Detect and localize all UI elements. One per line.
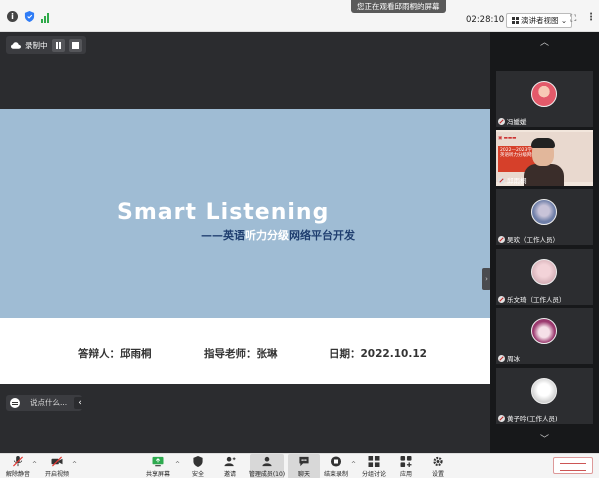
meeting-toolbar: 解除静音 ^ 开启视频 ^ 共享屏幕 ^ 安全 邀请 管理成员(10) 聊天 结… — [0, 453, 599, 478]
invite-button[interactable]: 邀请 — [214, 454, 246, 478]
unmute-button[interactable]: 解除静音 — [2, 454, 34, 478]
meeting-window: i 您正在观看邱雨桐的屏幕 02:28:10 演讲者视图 ⌄ ⛶ ⋮ 录制中 S… — [0, 0, 599, 478]
slide-defender: 答辩人：邱雨桐 — [78, 348, 152, 360]
participant-tile[interactable]: 周冰 — [496, 308, 593, 364]
apps-icon — [400, 456, 412, 467]
stop-recording-button[interactable] — [68, 38, 82, 52]
mic-muted-icon — [12, 456, 24, 467]
slide-date: 日期：2022.10.12 — [329, 348, 427, 360]
chat-placeholder: 说点什么... — [30, 398, 68, 407]
settings-label: 设置 — [431, 471, 444, 478]
participant-name: 乐文琦（工作人员） — [507, 296, 566, 304]
unmute-label: 解除静音 — [5, 471, 30, 478]
members-icon — [262, 456, 272, 467]
more-icon[interactable]: ⋮ — [586, 12, 596, 23]
chevron-left-icon[interactable]: ‹ — [74, 397, 86, 409]
chat-input-box[interactable]: 说点什么... ‹ — [6, 395, 86, 411]
subtitle-suffix: 网络平台开发 — [289, 229, 355, 242]
presentation-slide: Smart Listening ——英语听力分级网络平台开发 答辩人：邱雨桐 指… — [0, 109, 490, 384]
chevron-down-icon[interactable]: ﹀ — [490, 429, 599, 451]
fullscreen-icon[interactable]: ⛶ — [570, 15, 579, 24]
share-screen-label: 共享屏幕 — [145, 471, 170, 478]
meeting-timer: 02:28:10 — [466, 15, 505, 25]
info-icon[interactable]: i — [7, 11, 18, 22]
video-person-body — [524, 164, 564, 186]
video-school-logo: ▣ ▬▬▬ — [498, 136, 517, 141]
participant-name: 周冰 — [507, 355, 520, 363]
avatar — [531, 199, 557, 225]
mic-muted-icon — [498, 176, 505, 184]
settings-button[interactable]: 设置 — [422, 454, 454, 478]
subtitle-prefix: ——英语 — [201, 229, 245, 242]
avatar — [531, 259, 557, 285]
breakout-icon — [368, 456, 380, 467]
participant-tile[interactable]: 黄子吟(工作人员) — [496, 368, 593, 424]
chat-bubble-icon — [10, 398, 20, 408]
avatar — [531, 318, 557, 344]
participant-name: 吴欢（工作人员） — [507, 236, 559, 244]
participant-gallery: ︿ 冯媛媛 ▣ ▬▬▬ 2022—2023学年 英语听力分级网络平台 邱雨桐 吴欢… — [490, 32, 599, 453]
participant-name: 黄子吟(工作人员) — [507, 415, 558, 423]
mic-muted-icon — [498, 235, 505, 243]
chevron-up-icon[interactable]: ^ — [32, 461, 37, 468]
view-mode-label: 演讲者视图 — [521, 16, 559, 25]
grid-icon — [512, 17, 519, 24]
share-screen-button[interactable]: 共享屏幕 — [142, 454, 174, 478]
avatar — [531, 378, 557, 404]
chevron-up-icon[interactable]: ^ — [72, 461, 77, 468]
avatar — [531, 81, 557, 107]
share-screen-icon — [152, 456, 164, 467]
chevron-up-icon[interactable]: ︿ — [490, 32, 599, 54]
stop-record-icon — [330, 456, 342, 467]
slide-subtitle: ——英语听力分级网络平台开发 — [201, 227, 355, 243]
start-video-button[interactable]: 开启视频 — [41, 454, 73, 478]
shield-icon[interactable] — [24, 11, 35, 22]
participant-tile[interactable]: 吴欢（工作人员） — [496, 189, 593, 245]
recording-indicator: 录制中 — [6, 36, 86, 54]
viewing-screen-badge: 您正在观看邱雨桐的屏幕 — [351, 0, 446, 13]
chat-icon — [299, 456, 309, 467]
shield-icon — [193, 456, 203, 467]
start-video-label: 开启视频 — [44, 471, 69, 478]
pause-recording-button[interactable] — [51, 38, 65, 52]
slide-title: Smart Listening — [117, 200, 330, 225]
chevron-up-icon[interactable]: ^ — [175, 461, 180, 468]
participant-video-tile[interactable]: ▣ ▬▬▬ 2022—2023学年 英语听力分级网络平台 邱雨桐 — [496, 130, 593, 186]
participant-name: 邱雨桐 — [507, 177, 527, 185]
settings-icon — [433, 456, 443, 467]
participant-name: 冯媛媛 — [507, 118, 527, 126]
slide-advisor: 指导老师：张琳 — [204, 348, 278, 360]
brand-stamp-logo — [553, 457, 593, 474]
participant-tile[interactable]: 乐文琦（工作人员） — [496, 249, 593, 305]
recording-label: 录制中 — [25, 40, 48, 50]
subtitle-highlight: 听力分级 — [245, 229, 289, 242]
top-bar: i 您正在观看邱雨桐的屏幕 02:28:10 演讲者视图 ⌄ ⛶ ⋮ — [0, 0, 599, 32]
chevron-down-icon: ⌄ — [560, 16, 568, 25]
chevron-up-icon[interactable]: ^ — [351, 461, 356, 468]
cloud-icon — [11, 41, 21, 49]
shared-screen-area: 录制中 Smart Listening ——英语听力分级网络平台开发 答辩人：邱… — [0, 32, 491, 453]
view-mode-button[interactable]: 演讲者视图 ⌄ — [506, 13, 573, 28]
invite-icon — [224, 456, 236, 467]
mic-muted-icon — [498, 295, 505, 303]
camera-off-icon — [51, 456, 63, 467]
mic-muted-icon — [498, 117, 505, 125]
stop-recording-toolbar-button[interactable]: 结束录制 — [320, 454, 352, 478]
mic-muted-icon — [498, 414, 505, 422]
slide-title-band: Smart Listening ——英语听力分级网络平台开发 — [0, 109, 490, 318]
mic-muted-icon — [498, 354, 505, 362]
participant-tile[interactable]: 冯媛媛 — [496, 71, 593, 127]
video-person-hair — [531, 138, 555, 148]
signal-strength-icon[interactable] — [41, 12, 52, 23]
manage-members-button[interactable]: 管理成员(10) — [249, 454, 285, 478]
